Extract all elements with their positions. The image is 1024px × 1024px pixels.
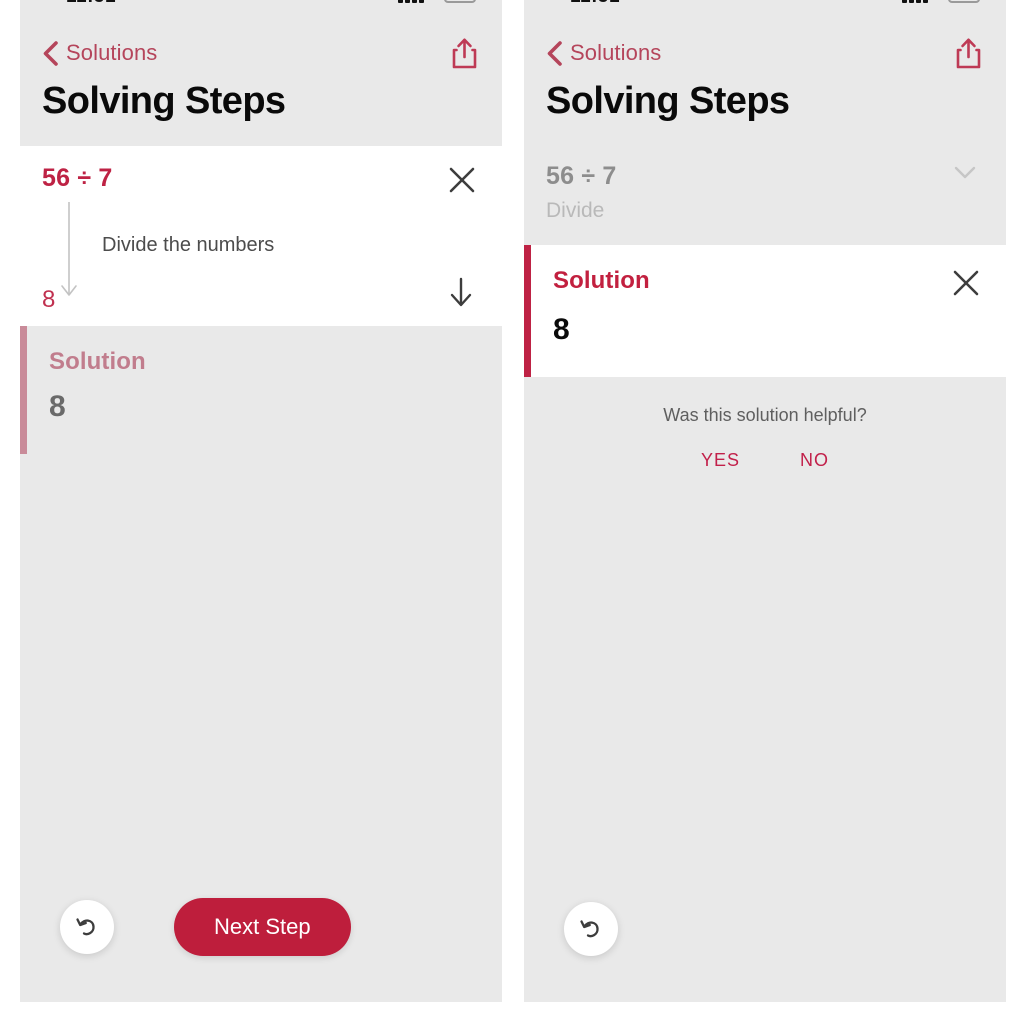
solution-card[interactable]: Solution 8 bbox=[524, 244, 1006, 377]
page-title-container: Solving Steps bbox=[524, 72, 1006, 146]
phone-screen-right: 11:51 ◕ Solutions Solving Steps bbox=[524, 0, 1006, 1002]
undo-icon bbox=[76, 918, 95, 936]
next-step-button[interactable]: Next Step bbox=[174, 898, 351, 956]
step-description: Divide the numbers bbox=[102, 233, 275, 256]
status-bar-time: 11:51 bbox=[570, 0, 620, 8]
solution-card-header: Solution bbox=[553, 267, 982, 299]
solution-value: 8 bbox=[49, 389, 66, 423]
back-button[interactable]: Solutions bbox=[546, 40, 661, 67]
down-arrow-connector-icon bbox=[61, 201, 77, 296]
step-result: 8 bbox=[42, 285, 56, 313]
solution-label: Solution bbox=[553, 266, 650, 294]
cellular-signal-icon bbox=[398, 0, 425, 3]
share-icon[interactable] bbox=[451, 37, 478, 70]
solution-value: 8 bbox=[553, 312, 570, 346]
step-expression: 56 ÷ 7 bbox=[546, 161, 617, 190]
undo-button[interactable] bbox=[564, 902, 618, 956]
status-bar: 11:51 ◕ bbox=[524, 0, 1006, 22]
back-button-label: Solutions bbox=[570, 40, 662, 65]
feedback-yes-button[interactable]: YES bbox=[695, 450, 746, 471]
step-expression: 56 ÷ 7 bbox=[42, 163, 113, 192]
battery-icon bbox=[948, 0, 980, 3]
page-title: Solving Steps bbox=[546, 80, 790, 122]
feedback-no-button[interactable]: NO bbox=[794, 450, 835, 471]
navigation-bar: Solutions bbox=[20, 22, 502, 72]
collapsed-step-text: 56 ÷ 7 Divide bbox=[546, 162, 617, 223]
wifi-icon: ◕ bbox=[429, 0, 439, 3]
status-bar-indicators: ◕ bbox=[902, 0, 980, 3]
battery-icon bbox=[444, 0, 476, 3]
solution-card-header: Solution bbox=[49, 348, 478, 376]
status-bar-time: 11:51 bbox=[66, 0, 116, 8]
solution-card[interactable]: Solution 8 bbox=[20, 325, 502, 454]
close-icon[interactable] bbox=[950, 267, 982, 299]
chevron-left-icon bbox=[547, 40, 562, 66]
feedback-question: Was this solution helpful? bbox=[663, 404, 867, 425]
cellular-signal-icon bbox=[902, 0, 929, 3]
feedback-actions: YES NO bbox=[524, 450, 1006, 471]
navigation-bar: Solutions bbox=[524, 22, 1006, 72]
back-button-label: Solutions bbox=[66, 40, 158, 65]
undo-button[interactable] bbox=[60, 900, 114, 954]
chevron-down-icon[interactable] bbox=[950, 162, 980, 182]
status-bar-indicators: ◕ bbox=[398, 0, 476, 3]
back-button[interactable]: Solutions bbox=[42, 40, 157, 67]
close-icon[interactable] bbox=[446, 164, 478, 196]
bottom-action-bar: Next Step bbox=[20, 898, 502, 956]
screenshot-pair: 11:51 ◕ Solutions Solving Steps bbox=[0, 0, 1024, 1024]
page-title: Solving Steps bbox=[42, 80, 286, 122]
step-subtitle: Divide bbox=[546, 198, 605, 222]
share-icon[interactable] bbox=[955, 37, 982, 70]
status-bar: 11:51 ◕ bbox=[20, 0, 502, 22]
page-title-container: Solving Steps bbox=[20, 72, 502, 146]
feedback-section: Was this solution helpful? YES NO bbox=[524, 376, 1006, 471]
arrow-down-icon[interactable] bbox=[446, 276, 476, 308]
step-card-body: Divide the numbers 8 bbox=[42, 201, 478, 313]
solving-step-card[interactable]: 56 ÷ 7 Divide the numbers 8 bbox=[20, 145, 502, 326]
chevron-left-icon bbox=[43, 40, 58, 66]
phone-screen-left: 11:51 ◕ Solutions Solving Steps bbox=[20, 0, 502, 1002]
step-card-header: 56 ÷ 7 bbox=[42, 164, 478, 196]
bottom-action-bar bbox=[524, 902, 1006, 956]
solution-label: Solution bbox=[49, 347, 146, 375]
wifi-icon: ◕ bbox=[933, 0, 943, 3]
collapsed-step-card[interactable]: 56 ÷ 7 Divide bbox=[524, 145, 1006, 245]
undo-icon bbox=[580, 920, 599, 938]
